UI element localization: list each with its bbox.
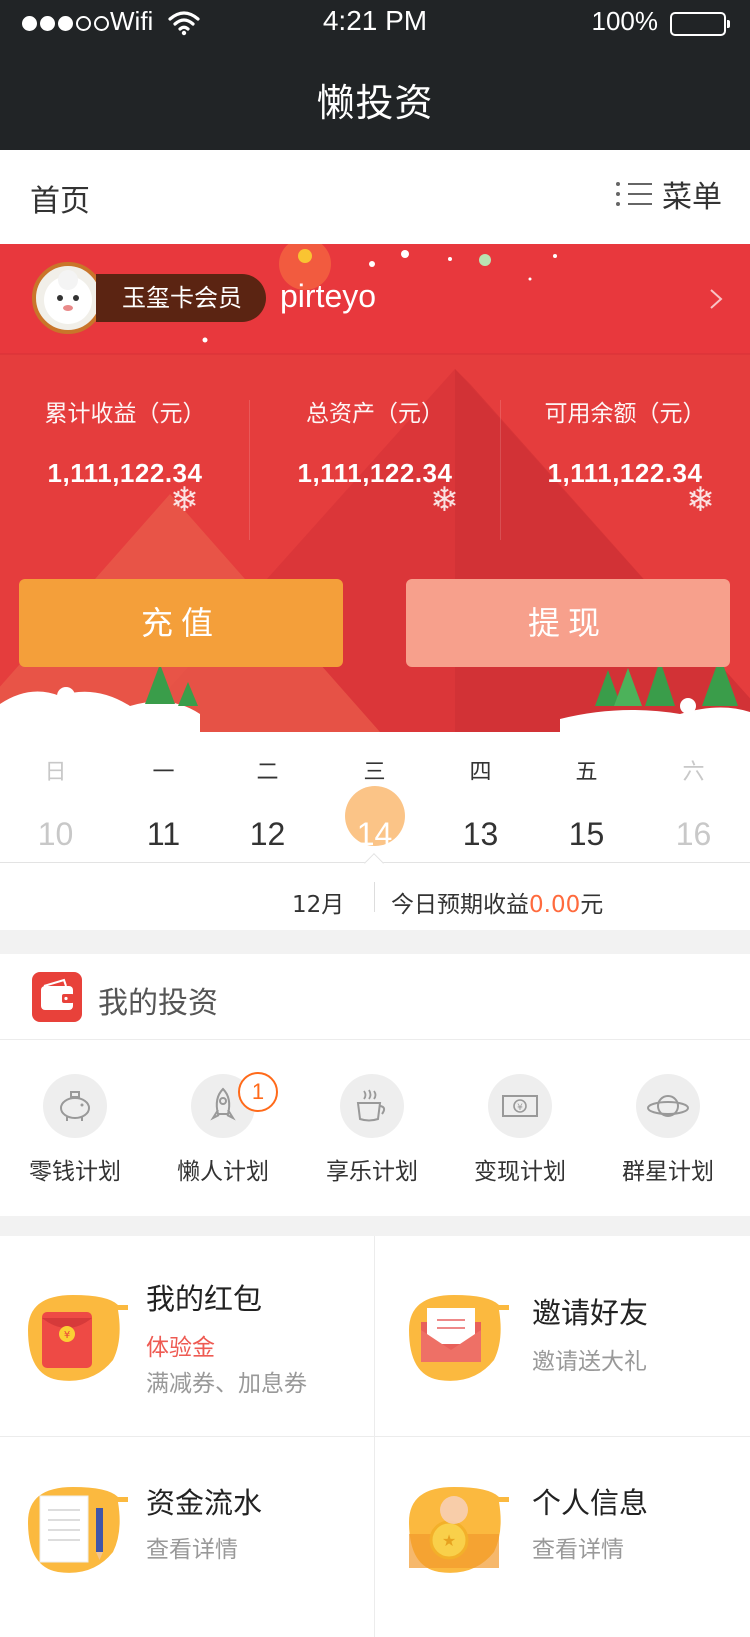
menu-label: 菜单	[662, 180, 722, 215]
snowflake-icon: ❄	[686, 480, 715, 520]
plan-label: 享乐计划	[326, 1159, 418, 1185]
stat-value: 1,111,122.34	[47, 458, 203, 488]
wallet-icon	[32, 972, 82, 1022]
app-title: 懒投资	[316, 81, 434, 125]
top-bar: Wifi 4:21 PM 100% 懒投资	[0, 0, 750, 150]
statement-document-icon	[28, 1487, 128, 1573]
username: pirteyo	[280, 278, 377, 314]
plan-item[interactable]: 享乐计划	[297, 1074, 447, 1186]
stat-total-income: 累计收益（元） 1,111,122.34 ❄	[0, 394, 250, 520]
account-hero: 玉玺卡会员 pirteyo 累计收益（元） 1,111,122.34 ❄ 总资产…	[0, 244, 750, 732]
card-subtitle: 邀请送大礼	[532, 1349, 647, 1375]
recharge-button[interactable]: 充值	[19, 579, 343, 667]
month-label: 12月	[292, 892, 345, 918]
svg-text:¥: ¥	[517, 1103, 523, 1113]
date-calendar: 日 10 一 11 二 12 三 14 四 13 五 15 六 16 12月 今…	[0, 732, 750, 930]
planet-icon	[636, 1074, 700, 1138]
weekday-label: 一	[152, 760, 175, 785]
card-subtitle: 满减券、加息券	[146, 1371, 307, 1397]
card-title: 我的红包	[146, 1282, 263, 1316]
banknote-icon: ¥	[488, 1074, 552, 1138]
weekday-label: 五	[575, 760, 598, 785]
card-subtitle: 查看详情	[532, 1537, 624, 1563]
notification-badge: 1	[238, 1072, 278, 1112]
withdraw-button[interactable]: 提现	[406, 579, 730, 667]
plan-label: 零钱计划	[29, 1159, 121, 1185]
card-title: 邀请好友	[532, 1296, 649, 1330]
piggy-bank-icon	[43, 1074, 107, 1138]
investments-header[interactable]: 我的投资	[0, 954, 750, 1040]
plan-item[interactable]: 零钱计划	[0, 1074, 150, 1186]
calendar-day[interactable]: 五 15	[533, 754, 640, 864]
snowflake-icon: ❄	[170, 480, 199, 520]
avatar[interactable]	[32, 262, 104, 334]
calendar-separator	[374, 882, 375, 912]
stat-label: 可用余额（元）	[544, 401, 706, 427]
chevron-right-icon	[710, 289, 723, 309]
date-number: 15	[568, 816, 605, 852]
home-link[interactable]: 首页	[30, 176, 90, 220]
plan-label: 群星计划	[622, 1159, 714, 1185]
date-number: 13	[462, 816, 499, 852]
expected-income-label: 今日预期收益	[391, 892, 529, 918]
svg-text:¥: ¥	[64, 1330, 70, 1341]
plan-label: 懒人计划	[177, 1159, 269, 1185]
invite-friends-card[interactable]: 邀请好友 邀请送大礼	[375, 1236, 750, 1436]
stat-divider	[249, 400, 250, 540]
calendar-day[interactable]: 六 16	[640, 754, 747, 864]
stat-available-balance: 可用余额（元） 1,111,122.34 ❄	[500, 394, 750, 520]
plan-item[interactable]: 群星计划	[593, 1074, 743, 1186]
plan-item[interactable]: ¥ 变现计划	[445, 1074, 595, 1186]
account-stats: 累计收益（元） 1,111,122.34 ❄ 总资产（元） 1,111,122.…	[0, 394, 750, 544]
calendar-day[interactable]: 日 10	[2, 754, 109, 864]
expected-income-unit: 元	[580, 892, 604, 918]
gold-coin-icon: ★	[409, 1487, 509, 1573]
profile-row[interactable]: 玉玺卡会员 pirteyo	[0, 244, 750, 354]
svg-text:★: ★	[442, 1531, 456, 1550]
stat-divider	[500, 400, 501, 540]
date-number: 10	[37, 816, 74, 852]
investments-title: 我的投资	[98, 986, 218, 1021]
weekday-label: 四	[469, 760, 492, 785]
card-title: 资金流水	[146, 1486, 263, 1520]
weekday-label: 二	[256, 760, 279, 785]
plan-label: 变现计划	[474, 1159, 566, 1185]
weekday-label: 日	[44, 760, 67, 785]
my-investments: 我的投资 零钱计划 懒人计划 享乐计划 ¥ 变现计划 群星计划	[0, 954, 750, 1216]
date-number: 11	[146, 816, 181, 852]
stat-value: 1,111,122.34	[297, 458, 453, 488]
calendar-day-selected[interactable]: 三 14	[321, 754, 428, 864]
battery-icon	[670, 12, 730, 36]
expected-income: 今日预期收益0.00元	[391, 885, 603, 919]
personal-info-card[interactable]: ★ 个人信息 查看详情	[375, 1436, 750, 1636]
list-menu-icon	[616, 179, 652, 209]
calendar-day[interactable]: 二 12	[214, 754, 321, 864]
date-number: 16	[675, 816, 712, 852]
weekday-label: 三	[363, 760, 386, 785]
menu-button[interactable]: 菜单	[616, 172, 722, 216]
date-number: 12	[249, 816, 286, 852]
stat-label: 累计收益（元）	[44, 401, 206, 427]
coffee-cup-icon	[340, 1074, 404, 1138]
weekday-label: 六	[682, 760, 705, 785]
red-packet-card[interactable]: ¥ 我的红包 体验金 满减券、加息券	[0, 1236, 375, 1436]
expected-income-amount: 0.00	[529, 892, 581, 918]
card-title: 个人信息	[532, 1486, 649, 1520]
stat-label: 总资产（元）	[306, 401, 444, 427]
card-divider-horizontal	[0, 1436, 750, 1437]
battery-percentage: 100%	[591, 6, 659, 36]
card-subtitle: 查看详情	[146, 1537, 238, 1563]
invitation-letter-icon	[409, 1295, 509, 1381]
red-envelope-icon: ¥	[28, 1295, 128, 1381]
calendar-day[interactable]: 一 11	[110, 754, 217, 864]
subheader: 首页 菜单	[0, 150, 750, 244]
stat-total-assets: 总资产（元） 1,111,122.34 ❄	[250, 394, 500, 520]
calendar-day[interactable]: 四 13	[427, 754, 534, 864]
fund-flow-card[interactable]: 资金流水 查看详情	[0, 1436, 375, 1636]
snowflake-icon: ❄	[430, 480, 459, 520]
member-level-badge: 玉玺卡会员	[96, 274, 266, 322]
card-highlight: 体验金	[146, 1335, 215, 1361]
status-bar: Wifi 4:21 PM 100%	[0, 0, 750, 48]
